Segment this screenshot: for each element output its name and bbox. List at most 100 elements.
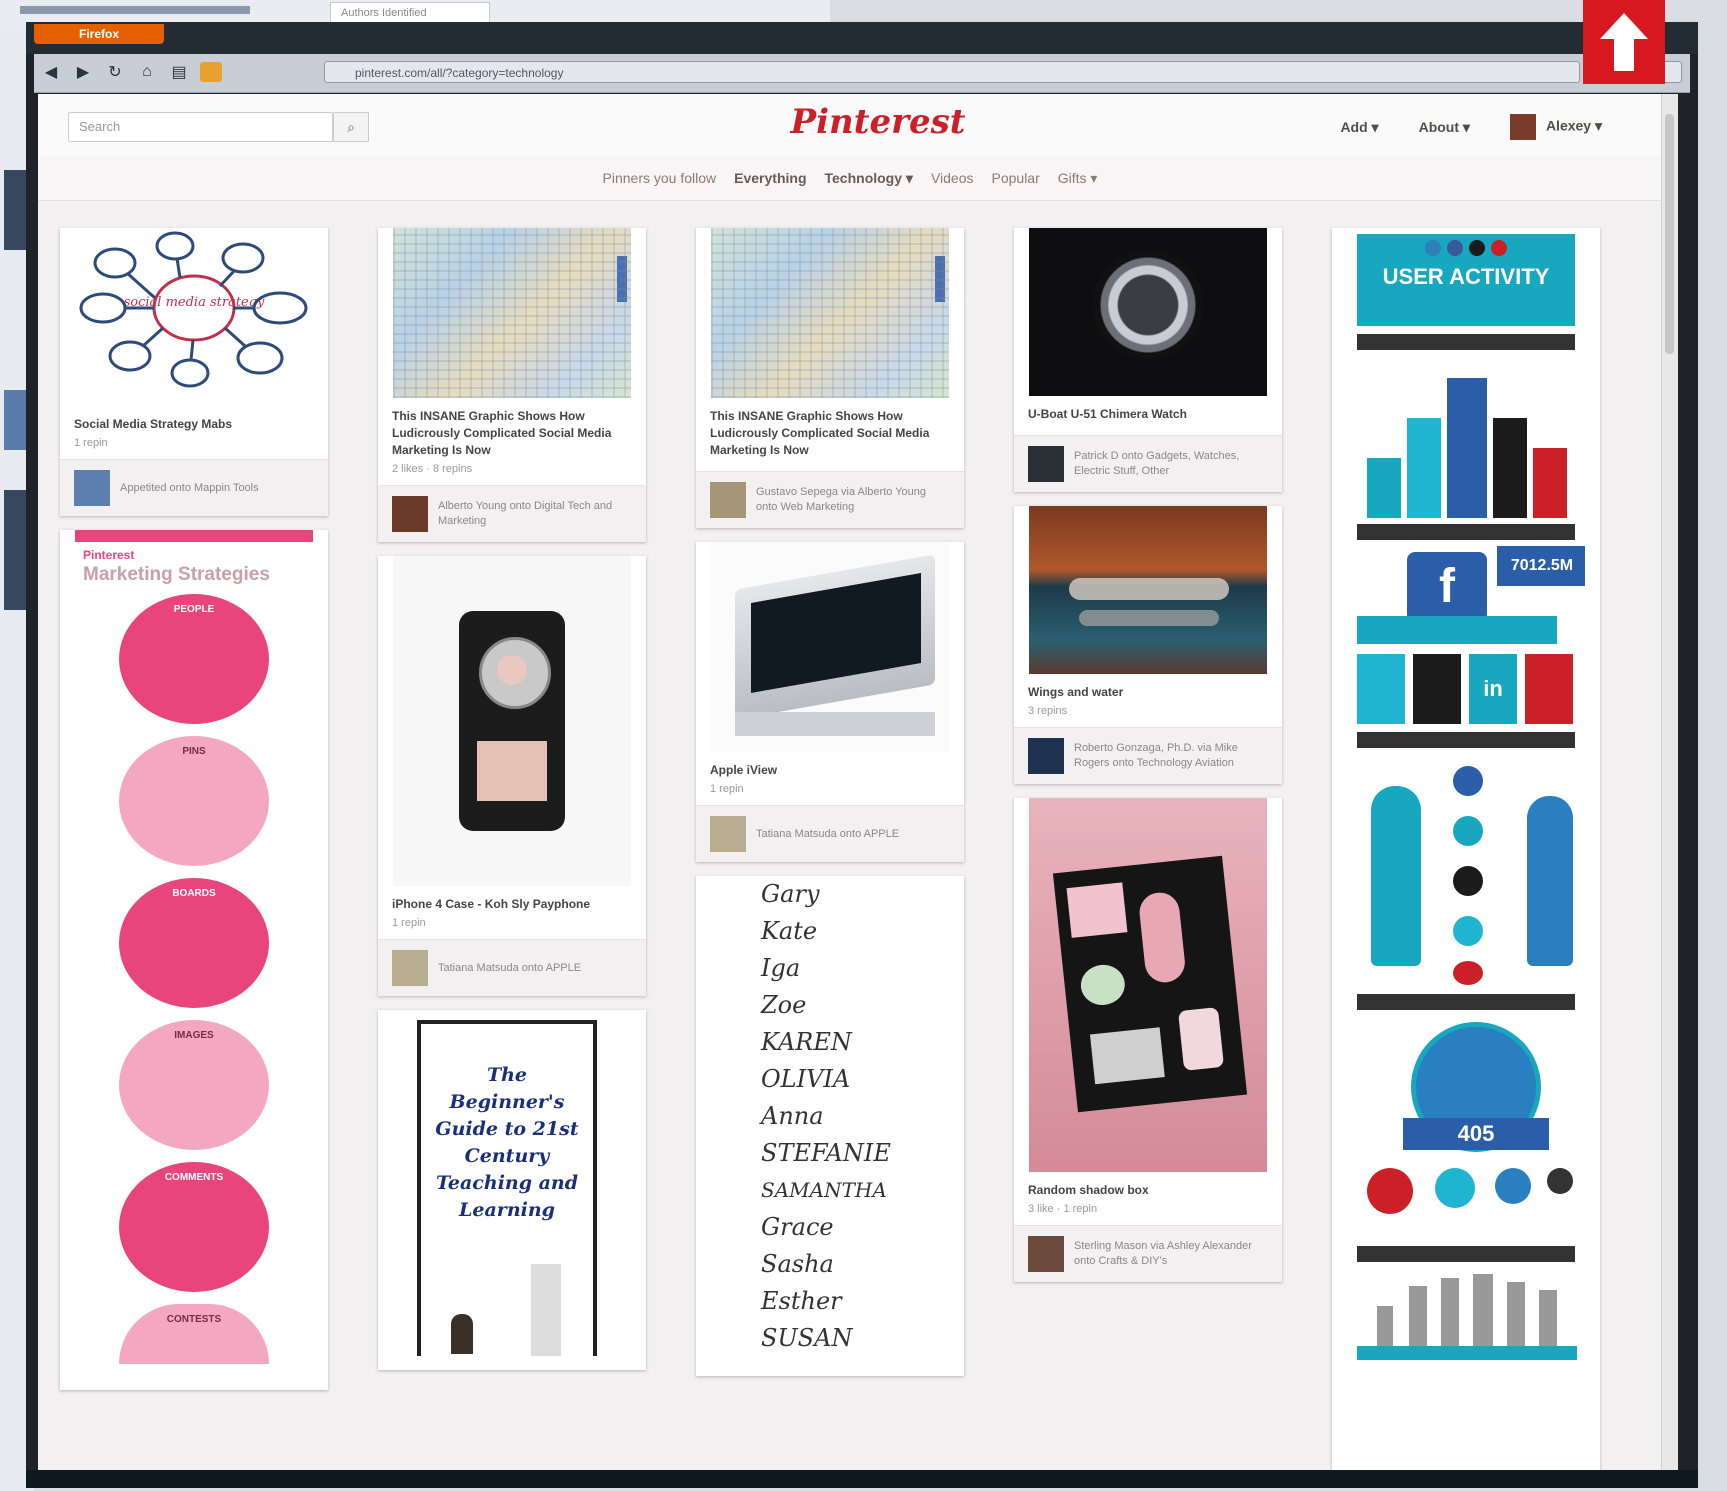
avatar <box>392 496 428 532</box>
avatar <box>1509 114 1536 140</box>
pin-stats: 3 like · 1 repin <box>1028 1203 1098 1215</box>
pin-stats: 3 repins <box>1028 705 1068 717</box>
name-entry: SUSAN <box>761 1324 853 1352</box>
back-icon[interactable]: ◀ <box>40 62 62 82</box>
firefox-menu-button[interactable]: Firefox <box>34 24 164 44</box>
pin-card[interactable]: Pinterest Marketing Strategies PEOPLE PI… <box>60 530 328 1390</box>
pin-description: Random shadow box <box>1028 1183 1149 1197</box>
pin-card[interactable]: iPhone 4 Case - Koh Sly Payphone 1 repin… <box>378 556 646 996</box>
wings-and-water-image <box>1029 506 1267 674</box>
reload-icon[interactable]: ↻ <box>104 62 126 82</box>
pin-card[interactable]: Random shadow box 3 like · 1 repin Sterl… <box>1014 798 1282 1282</box>
people-graphic <box>1357 756 1575 986</box>
search-icon[interactable]: ⌕ <box>333 112 369 142</box>
infographic-title: Marketing Strategies <box>83 564 270 585</box>
avatar <box>74 470 110 506</box>
pin-column-4: U-Boat U-51 Chimera Watch Patrick D onto… <box>1014 214 1282 1296</box>
pin-description: This INSANE Graphic Shows How Ludicrousl… <box>392 409 612 457</box>
facebook-count: 7012.5M <box>1497 546 1585 586</box>
subnav-popular[interactable]: Popular <box>992 170 1040 186</box>
book-cover-image: The Beginner's Guide to 21st Century Tea… <box>393 1010 631 1356</box>
pin-card[interactable]: The Beginner's Guide to 21st Century Tea… <box>378 1010 646 1370</box>
avatar <box>392 950 428 986</box>
subnav-pinners-you-follow[interactable]: Pinners you follow <box>603 170 717 186</box>
pin-description: iPhone 4 Case - Koh Sly Payphone <box>392 897 591 911</box>
handwritten-names-image: Gary Kate Iga Zoe KAREN OLIVIA Anna STEF… <box>711 876 949 1362</box>
pin-card[interactable]: This INSANE Graphic Shows How Ludicrousl… <box>696 228 964 528</box>
pin-card[interactable]: social media strategy Social Media Strat… <box>60 228 328 516</box>
pin-card[interactable]: Apple iView 1 repin Tatiana Matsuda onto… <box>696 542 964 862</box>
infographic-circle: BOARDS <box>119 878 269 1008</box>
pin-stats: 1 repin <box>392 917 426 929</box>
pin-card[interactable]: Gary Kate Iga Zoe KAREN OLIVIA Anna STEF… <box>696 876 964 1376</box>
pin-column-2: This INSANE Graphic Shows How Ludicrousl… <box>378 214 646 1384</box>
pin-attribution[interactable]: Appetited onto Mappin Tools <box>60 459 328 516</box>
pin-via-text: Tatiana Matsuda onto APPLE <box>438 961 582 974</box>
pin-via-text: Appetited onto Mappin Tools <box>120 481 259 494</box>
subnav-technology[interactable]: Technology ▾ <box>825 170 913 187</box>
watch-image <box>1029 228 1267 396</box>
avatar <box>1028 1236 1064 1272</box>
pin-column-3: This INSANE Graphic Shows How Ludicrousl… <box>696 214 964 1390</box>
linkedin-icon: in <box>1469 654 1517 724</box>
name-entry: Sasha <box>761 1250 834 1278</box>
home-icon[interactable]: ⌂ <box>136 62 158 82</box>
pin-card[interactable]: USER ACTIVITY f 7012.5M in 405 <box>1332 228 1600 1470</box>
browser-titlebar: Firefox <box>26 22 1698 54</box>
browser-window: Firefox ◀ ▶ ↻ ⌂ ▤ pinterest.com/all/?cat… <box>26 22 1698 1488</box>
phone-case <box>459 611 565 831</box>
addon-icon[interactable] <box>200 62 222 82</box>
clock-graphic: 405 <box>1357 1018 1575 1238</box>
complicated-social-media-graphic <box>393 228 631 398</box>
subnav-videos[interactable]: Videos <box>931 170 974 186</box>
pin-column-1: social media strategy Social Media Strat… <box>60 214 328 1404</box>
pin-attribution[interactable]: Roberto Gonzaga, Ph.D. via Mike Rogers o… <box>1014 727 1282 784</box>
pin-attribution[interactable]: Patrick D onto Gadgets, Watches, Electri… <box>1014 435 1282 492</box>
about-menu[interactable]: About ▾ <box>1419 119 1470 136</box>
avatar <box>1028 446 1064 482</box>
name-entry: OLIVIA <box>761 1065 851 1093</box>
pin-via-text: Roberto Gonzaga, Ph.D. via Mike Rogers o… <box>1074 742 1238 769</box>
forward-icon[interactable]: ▶ <box>72 62 94 82</box>
pin-attribution[interactable]: Alberto Young onto Digital Tech and Mark… <box>378 485 646 542</box>
name-entry: Zoe <box>761 991 807 1019</box>
name-entry: Iga <box>761 954 801 982</box>
subnav-gifts[interactable]: Gifts ▾ <box>1058 170 1098 187</box>
shadow-box-image <box>1029 798 1267 1172</box>
name-entry: Esther <box>761 1287 842 1315</box>
scroll-up-arrow-icon[interactable] <box>1583 0 1665 84</box>
pin-description: Apple iView <box>710 763 778 777</box>
pin-attribution[interactable]: Sterling Mason via Ashley Alexander onto… <box>1014 1225 1282 1282</box>
pin-attribution[interactable]: Tatiana Matsuda onto APPLE <box>696 805 964 862</box>
user-activity-title: USER ACTIVITY <box>1382 264 1550 289</box>
name-entry: KAREN <box>761 1028 852 1056</box>
bookmarks-icon[interactable]: ▤ <box>168 62 190 82</box>
browser-toolbar: ◀ ▶ ↻ ⌂ ▤ pinterest.com/all/?category=te… <box>34 54 1690 93</box>
add-menu[interactable]: Add ▾ <box>1340 119 1378 136</box>
subnav-everything[interactable]: Everything <box>734 170 806 186</box>
scrollbar-thumb[interactable] <box>1665 114 1674 354</box>
pin-attribution[interactable]: Tatiana Matsuda onto APPLE <box>378 939 646 996</box>
pin-via-text: Gustavo Sepega via Alberto Young onto We… <box>756 486 927 513</box>
pin-attribution[interactable]: Gustavo Sepega via Alberto Young onto We… <box>696 471 964 528</box>
pinterest-logo[interactable]: Pinterest <box>778 102 978 142</box>
complicated-social-media-graphic <box>711 228 949 398</box>
user-menu[interactable]: Alexey ▾ <box>1509 114 1602 140</box>
pin-card[interactable]: This INSANE Graphic Shows How Ludicrousl… <box>378 228 646 542</box>
name-entry: SAMANTHA <box>761 1178 887 1202</box>
pin-via-text: Tatiana Matsuda onto APPLE <box>756 827 900 840</box>
pin-card[interactable]: Wings and water 3 repins Roberto Gonzaga… <box>1014 506 1282 784</box>
search-input[interactable]: Search <box>68 112 333 142</box>
social-media-user-activity-infographic: USER ACTIVITY f 7012.5M in 405 <box>1347 228 1585 1470</box>
pin-via-text: Alberto Young onto Digital Tech and Mark… <box>438 500 613 527</box>
pin-card[interactable]: U-Boat U-51 Chimera Watch Patrick D onto… <box>1014 228 1282 492</box>
pin-via-text: Sterling Mason via Ashley Alexander onto… <box>1074 1240 1252 1267</box>
page-scrollbar[interactable] <box>1661 94 1678 1470</box>
background-tab[interactable]: Authors Identified <box>330 2 490 24</box>
apple-iview-image <box>711 542 949 752</box>
url-bar[interactable]: pinterest.com/all/?category=technology <box>324 61 1580 83</box>
payphone-case-image <box>393 556 631 886</box>
time-counter: 405 <box>1403 1118 1549 1150</box>
name-entry: Anna <box>761 1102 824 1130</box>
name-entry: Gary <box>761 880 820 908</box>
